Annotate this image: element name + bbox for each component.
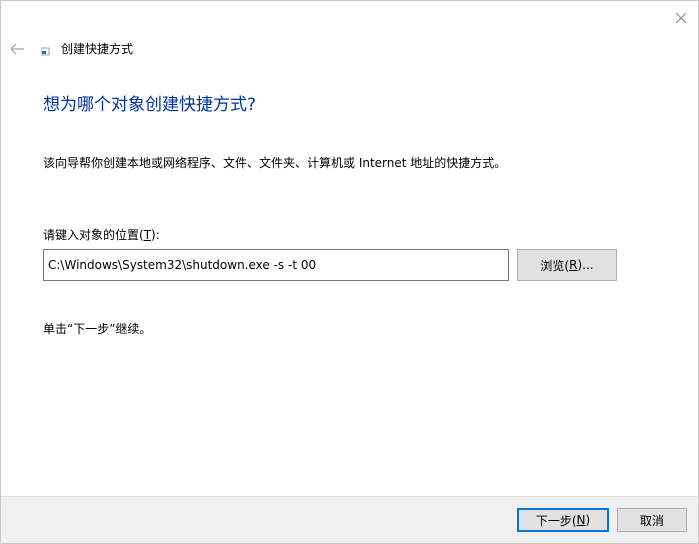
next-label-suffix: ) xyxy=(585,513,591,527)
create-shortcut-window: 创建快捷方式 想为哪个对象创建快捷方式? 该向导帮你创建本地或网络程序、文件、文… xyxy=(0,0,699,544)
location-label-accesskey: T xyxy=(143,228,152,242)
close-button[interactable] xyxy=(670,7,692,29)
browse-accesskey: R xyxy=(569,258,578,272)
page-heading: 想为哪个对象创建快捷方式? xyxy=(43,95,257,115)
location-input[interactable] xyxy=(43,249,509,281)
location-label: 请键入对象的位置(T): xyxy=(43,227,160,243)
continue-hint: 单击“下一步”继续。 xyxy=(43,322,152,336)
window-title: 创建快捷方式 xyxy=(61,42,134,56)
browse-label-suffix: )... xyxy=(577,258,594,272)
next-label-prefix: 下一步( xyxy=(535,513,577,528)
back-button[interactable] xyxy=(7,39,27,59)
next-button[interactable]: 下一步(N) xyxy=(517,508,609,532)
wizard-description: 该向导帮你创建本地或网络程序、文件、文件夹、计算机或 Internet 地址的快… xyxy=(43,156,507,170)
location-label-prefix: 请键入对象的位置( xyxy=(43,228,144,242)
next-accesskey: N xyxy=(576,513,586,527)
close-icon xyxy=(675,12,687,24)
browse-button[interactable]: 浏览(R)... xyxy=(517,249,617,281)
cancel-button[interactable]: 取消 xyxy=(617,508,687,532)
wizard-footer: 下一步(N) 取消 xyxy=(1,496,698,543)
browse-label-prefix: 浏览( xyxy=(540,258,570,273)
location-label-suffix: ): xyxy=(151,228,160,242)
back-arrow-icon xyxy=(10,43,24,55)
shortcut-wizard-icon xyxy=(41,47,50,56)
